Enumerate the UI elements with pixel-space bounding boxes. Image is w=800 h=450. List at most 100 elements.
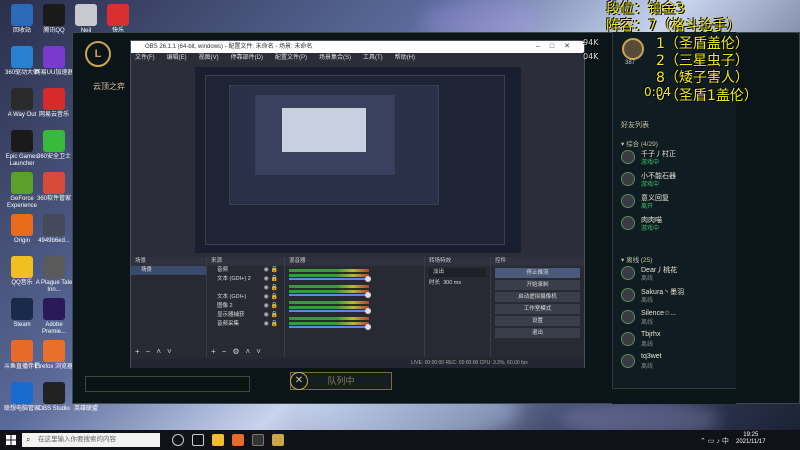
app-icon: [11, 172, 33, 194]
friend-avatar: [621, 288, 635, 302]
desktop-icon[interactable]: Adobe Premie...: [34, 298, 74, 336]
app-icon: [43, 298, 65, 320]
obs-menu-item[interactable]: 工具(T): [363, 55, 383, 61]
overlay-line2: 阵容：7（格斗抢手）: [606, 18, 741, 34]
source-item[interactable]: 文本 (GDI+) ◉ 🔒: [207, 293, 284, 302]
obs-titlebar: OBS 26.1.1 (64-bit, windows) - 配置文件: 未命名…: [131, 41, 584, 53]
friends-group-offline[interactable]: ▾ 离线 (25): [621, 254, 652, 264]
visibility-icon[interactable]: ◉ 🔒: [264, 284, 278, 293]
obs-menu-item[interactable]: 配置文件(P): [275, 55, 307, 61]
nested-preview-4: [281, 107, 367, 153]
visibility-icon[interactable]: ◉ 🔒: [264, 275, 278, 284]
visibility-icon[interactable]: ◉ 🔒: [264, 266, 278, 275]
source-item[interactable]: ◉ 🔒: [207, 284, 284, 293]
app-icon: [43, 130, 65, 152]
profile-avatar[interactable]: [622, 38, 644, 60]
mixer-channel[interactable]: [285, 298, 424, 314]
scenes-toolbar[interactable]: +−˄˅: [131, 347, 206, 357]
source-item[interactable]: 音频采集 ◉ 🔒: [207, 320, 284, 329]
obs-control-button[interactable]: 停止推流: [495, 268, 580, 278]
obs-menu-item[interactable]: 帮助(H): [395, 55, 415, 61]
desktop-icon[interactable]: 360安全卫士: [34, 130, 74, 161]
visibility-icon[interactable]: ◉ 🔒: [264, 293, 278, 302]
visibility-icon[interactable]: ◉ 🔒: [264, 311, 278, 320]
obs-control-button[interactable]: 退出: [495, 328, 580, 338]
app-icon: [107, 4, 129, 26]
net-speed: 94K: [583, 38, 599, 47]
friend-item[interactable]: Silence☆... 离线: [621, 308, 731, 326]
scenes-dock: 场景 场景 +−˄˅: [131, 257, 207, 357]
obs-menu-item[interactable]: 编辑(E): [167, 55, 187, 61]
transition-duration[interactable]: 时长 300 ms: [425, 279, 490, 288]
obs-control-button[interactable]: 工作室模式: [495, 304, 580, 314]
desktop-icon[interactable]: 360软件管家: [34, 172, 74, 203]
desktop-icon[interactable]: 快乐: [98, 4, 138, 35]
taskbar-search-box[interactable]: ⌕ 在这里输入你要搜索的内容: [22, 433, 160, 447]
mixer-channel[interactable]: [285, 314, 424, 330]
obs-status-bar: LIVE: 00:00:00 REC: 00:00:00 CPU: 3.3%, …: [131, 359, 584, 368]
lol-taskbar-icon[interactable]: [272, 434, 284, 446]
sources-toolbar[interactable]: +−⚙˄˅: [207, 347, 284, 357]
window-controls[interactable]: –□✕: [536, 41, 580, 53]
obs-menu-item[interactable]: 视图(V): [199, 55, 219, 61]
friend-item[interactable]: Tbjrhx 离线: [621, 330, 731, 348]
friends-title: 好友列表: [621, 122, 649, 129]
friends-group-online[interactable]: ▾ 综合 (4/29): [621, 138, 658, 148]
desktop-icon[interactable]: 网易云音乐: [34, 88, 74, 119]
friend-avatar: [621, 194, 635, 208]
app-icon: [43, 88, 65, 110]
obs-taskbar-icon[interactable]: [252, 434, 264, 446]
source-item[interactable]: 文本 (GDI+) 2 ◉ 🔒: [207, 275, 284, 284]
friend-item[interactable]: 肉肉喵 游戏中: [621, 214, 731, 232]
obs-menu-item[interactable]: 文件(F): [135, 55, 155, 61]
mixer-channel[interactable]: [285, 282, 424, 298]
lol-logo[interactable]: L: [85, 41, 111, 67]
friend-item[interactable]: 意义回复 离开: [621, 192, 731, 210]
friend-avatar: [621, 266, 635, 280]
mixer-channel[interactable]: [285, 266, 424, 282]
friend-item[interactable]: 小不能石器 游戏中: [621, 170, 731, 188]
desktop-icon[interactable]: Firefox 浏览器: [34, 340, 74, 371]
app-icon: [11, 214, 33, 236]
source-item[interactable]: 音频 ◉ 🔒: [207, 266, 284, 275]
app-icon: [43, 214, 65, 236]
friend-item[interactable]: tq3wet 离线: [621, 352, 731, 370]
source-item[interactable]: 图像 2 ◉ 🔒: [207, 302, 284, 311]
transitions-dock: 转场特效 淡出 时长 300 ms: [425, 257, 491, 357]
app-icon: [11, 4, 33, 26]
obs-menubar: 文件(F) 编辑(E) 视图(V) 停靠部件(D) 配置文件(P) 场景集合(S) 工具(T…: [131, 53, 584, 63]
app-icon: [11, 88, 33, 110]
obs-menu-item[interactable]: 停靠部件(D): [231, 55, 263, 61]
scene-item[interactable]: 场景: [131, 266, 206, 275]
task-view-icon[interactable]: [192, 434, 204, 446]
desktop-icon-label: Firefox 浏览器: [34, 364, 73, 370]
source-item[interactable]: 显示器捕获 ◉ 🔒: [207, 311, 284, 320]
app-icon: [11, 340, 33, 362]
obs-control-button[interactable]: 启动虚拟摄像机: [495, 292, 580, 302]
desktop-icon[interactable]: A Plague Tale Inn...: [34, 256, 74, 294]
friends-bottom-bar: [612, 388, 736, 404]
app-icon: [43, 340, 65, 362]
transition-select[interactable]: 淡出: [429, 268, 486, 277]
friend-item[interactable]: 千子丿村正 游戏中: [621, 148, 731, 166]
game-mode-title: 云顶之弈: [93, 82, 125, 91]
friend-item[interactable]: Dear丿桃花 离线: [621, 264, 731, 282]
cancel-queue-button[interactable]: ✕: [290, 372, 308, 390]
visibility-icon[interactable]: ◉ 🔒: [264, 302, 278, 311]
windows-start-icon[interactable]: [6, 435, 16, 445]
lol-chat-input[interactable]: [85, 376, 250, 392]
app-icon: [43, 256, 65, 278]
taskbar-app-icon[interactable]: [232, 434, 244, 446]
cortana-icon[interactable]: [172, 434, 184, 446]
friend-item[interactable]: Sakura丶墨羽 离线: [621, 286, 731, 304]
file-explorer-icon[interactable]: [212, 434, 224, 446]
desktop-icon[interactable]: 4949b6ed...: [34, 214, 74, 245]
taskbar-clock[interactable]: 19:25 2021/11/17: [736, 432, 766, 446]
system-tray[interactable]: ⌃ ▭ ♪ 中: [700, 436, 729, 446]
obs-control-button[interactable]: 开始录制: [495, 280, 580, 290]
app-icon: [75, 4, 97, 26]
obs-menu-item[interactable]: 场景集合(S): [319, 55, 351, 61]
desktop-icon[interactable]: 网易UU加速器: [34, 46, 74, 77]
obs-control-button[interactable]: 设置: [495, 316, 580, 326]
visibility-icon[interactable]: ◉ 🔒: [264, 320, 278, 329]
